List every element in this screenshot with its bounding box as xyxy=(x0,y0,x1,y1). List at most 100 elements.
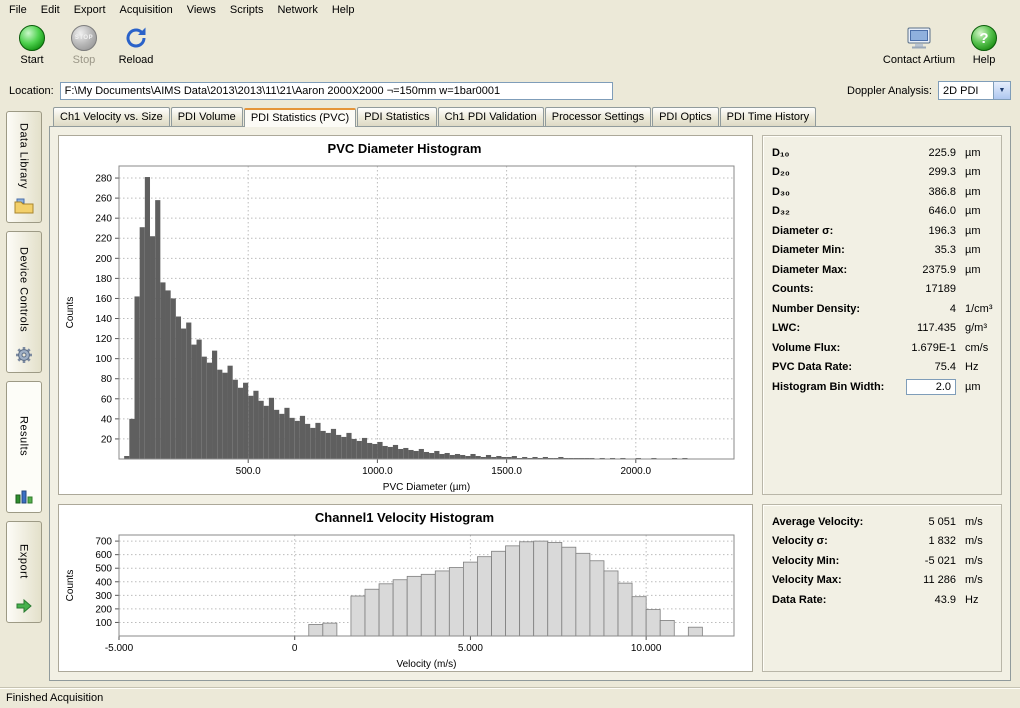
menu-acquisition[interactable]: Acquisition xyxy=(113,2,180,18)
stat-label: Counts: xyxy=(772,283,894,295)
menu-help[interactable]: Help xyxy=(325,2,362,18)
svg-text:200: 200 xyxy=(95,604,112,615)
help-label: Help xyxy=(973,54,996,66)
svg-text:5.000: 5.000 xyxy=(458,643,483,654)
menu-edit[interactable]: Edit xyxy=(34,2,67,18)
tab-pdi-statistics[interactable]: PDI Statistics xyxy=(357,107,436,126)
bar-chart-icon xyxy=(15,488,33,507)
stat-unit: Hz xyxy=(956,594,992,606)
svg-text:20: 20 xyxy=(101,434,113,445)
sidebar-item-label: Export xyxy=(18,529,30,593)
sidebar-item-device-controls[interactable]: Device Controls xyxy=(6,231,42,373)
svg-text:100: 100 xyxy=(95,354,112,365)
svg-text:1000.0: 1000.0 xyxy=(362,466,393,477)
svg-text:500.0: 500.0 xyxy=(236,466,261,477)
stat-row: PVC Data Rate:75.4Hz xyxy=(772,358,992,378)
stat-row: Velocity Max:11 286m/s xyxy=(772,571,992,591)
sidebar-item-label: Device Controls xyxy=(18,239,30,341)
stat-unit: µm xyxy=(956,166,992,178)
doppler-analysis-group: Doppler Analysis: 2D PDI ▼ xyxy=(847,81,1011,100)
menu-bar: File Edit Export Acquisition Views Scrip… xyxy=(0,0,1020,20)
histogram-bin-width-input[interactable] xyxy=(906,379,956,395)
svg-text:40: 40 xyxy=(101,414,113,425)
stop-button[interactable]: STOP Stop xyxy=(58,21,110,77)
stat-unit: m/s xyxy=(956,516,992,528)
location-row: Location: Doppler Analysis: 2D PDI ▼ xyxy=(0,77,1020,104)
status-bar: Finished Acquisition xyxy=(0,687,1020,708)
stat-label: Histogram Bin Width: xyxy=(772,381,894,393)
svg-text:Counts: Counts xyxy=(65,297,76,329)
stat-label: Diameter σ: xyxy=(772,225,894,237)
svg-text:700: 700 xyxy=(95,537,112,548)
stat-unit: µm xyxy=(956,264,992,276)
svg-text:600: 600 xyxy=(95,550,112,561)
stat-row: D₃₀386.8µm xyxy=(772,182,992,202)
svg-text:0: 0 xyxy=(292,643,298,654)
sidebar-item-results[interactable]: Results xyxy=(6,381,42,513)
main-area: Data Library Device Controls xyxy=(0,104,1020,687)
stat-value: 1 832 xyxy=(894,535,956,547)
svg-text:120: 120 xyxy=(95,334,112,345)
tab-processor-settings[interactable]: Processor Settings xyxy=(545,107,651,126)
reload-label: Reload xyxy=(119,54,154,66)
stat-value: 646.0 xyxy=(894,205,956,217)
start-button[interactable]: Start xyxy=(6,21,58,77)
tab-pdi-optics[interactable]: PDI Optics xyxy=(652,107,719,126)
svg-text:220: 220 xyxy=(95,234,112,245)
svg-text:160: 160 xyxy=(95,294,112,305)
stat-row: Average Velocity:5 051m/s xyxy=(772,512,992,532)
tab-ch1-velocity-vs-size[interactable]: Ch1 Velocity vs. Size xyxy=(53,107,170,126)
stat-row: Number Density:41/cm³ xyxy=(772,299,992,319)
menu-scripts[interactable]: Scripts xyxy=(223,2,271,18)
stat-unit: cm/s xyxy=(956,342,992,354)
stat-row: LWC:117.435g/m³ xyxy=(772,319,992,339)
svg-text:Velocity (m/s): Velocity (m/s) xyxy=(396,659,456,670)
stat-row: Velocity Min:-5 021m/s xyxy=(772,551,992,571)
stat-label: Velocity σ: xyxy=(772,535,894,547)
diameter-section: PVC Diameter Histogram 20406080100120140… xyxy=(58,135,1002,495)
stat-label: Number Density: xyxy=(772,303,894,315)
location-input[interactable] xyxy=(60,82,613,100)
diameter-stats-panel: D₁₀225.9µm D₂₀299.3µm D₃₀386.8µm D₃₂646.… xyxy=(762,135,1002,495)
stat-unit: 1/cm³ xyxy=(956,303,992,315)
sidebar-item-export[interactable]: Export xyxy=(6,521,42,623)
sidebar-item-data-library[interactable]: Data Library xyxy=(6,111,42,223)
doppler-analysis-select[interactable]: 2D PDI ▼ xyxy=(938,81,1011,100)
tab-pdi-statistics-pvc[interactable]: PDI Statistics (PVC) xyxy=(244,108,356,127)
stat-value: 75.4 xyxy=(894,361,956,373)
menu-network[interactable]: Network xyxy=(270,2,324,18)
stat-value: 2375.9 xyxy=(894,264,956,276)
stat-row: D₂₀299.3µm xyxy=(772,163,992,183)
help-button[interactable]: ? Help xyxy=(958,21,1010,77)
location-label: Location: xyxy=(9,85,54,97)
contact-artium-button[interactable]: Contact Artium xyxy=(880,21,958,77)
stat-label: Velocity Min: xyxy=(772,555,894,567)
svg-text:260: 260 xyxy=(95,194,112,205)
menu-export[interactable]: Export xyxy=(67,2,113,18)
help-icon: ? xyxy=(971,25,997,51)
chevron-down-icon[interactable]: ▼ xyxy=(993,82,1010,99)
stat-value: 43.9 xyxy=(894,594,956,606)
menu-views[interactable]: Views xyxy=(180,2,223,18)
svg-text:100: 100 xyxy=(95,618,112,629)
stat-unit: m/s xyxy=(956,555,992,567)
menu-file[interactable]: File xyxy=(2,2,34,18)
svg-text:500: 500 xyxy=(95,564,112,575)
reload-button[interactable]: Reload xyxy=(110,21,162,77)
svg-text:280: 280 xyxy=(95,174,112,185)
velocity-section: Channel1 Velocity Histogram 100200300400… xyxy=(58,504,1002,672)
tab-pdi-time-history[interactable]: PDI Time History xyxy=(720,107,817,126)
svg-text:1500.0: 1500.0 xyxy=(491,466,522,477)
velocity-histogram-panel: Channel1 Velocity Histogram 100200300400… xyxy=(58,504,753,672)
tab-ch1-pdi-validation[interactable]: Ch1 PDI Validation xyxy=(438,107,544,126)
svg-text:80: 80 xyxy=(101,374,113,385)
export-arrow-icon xyxy=(15,598,33,617)
stat-row: Velocity σ:1 832m/s xyxy=(772,532,992,552)
stat-label: Velocity Max: xyxy=(772,574,894,586)
stat-value: 386.8 xyxy=(894,186,956,198)
stat-value: 5 051 xyxy=(894,516,956,528)
chart-title: Channel1 Velocity Histogram xyxy=(61,507,748,527)
tab-pdi-volume[interactable]: PDI Volume xyxy=(171,107,243,126)
contact-artium-icon xyxy=(905,24,933,52)
stat-unit: m/s xyxy=(956,535,992,547)
